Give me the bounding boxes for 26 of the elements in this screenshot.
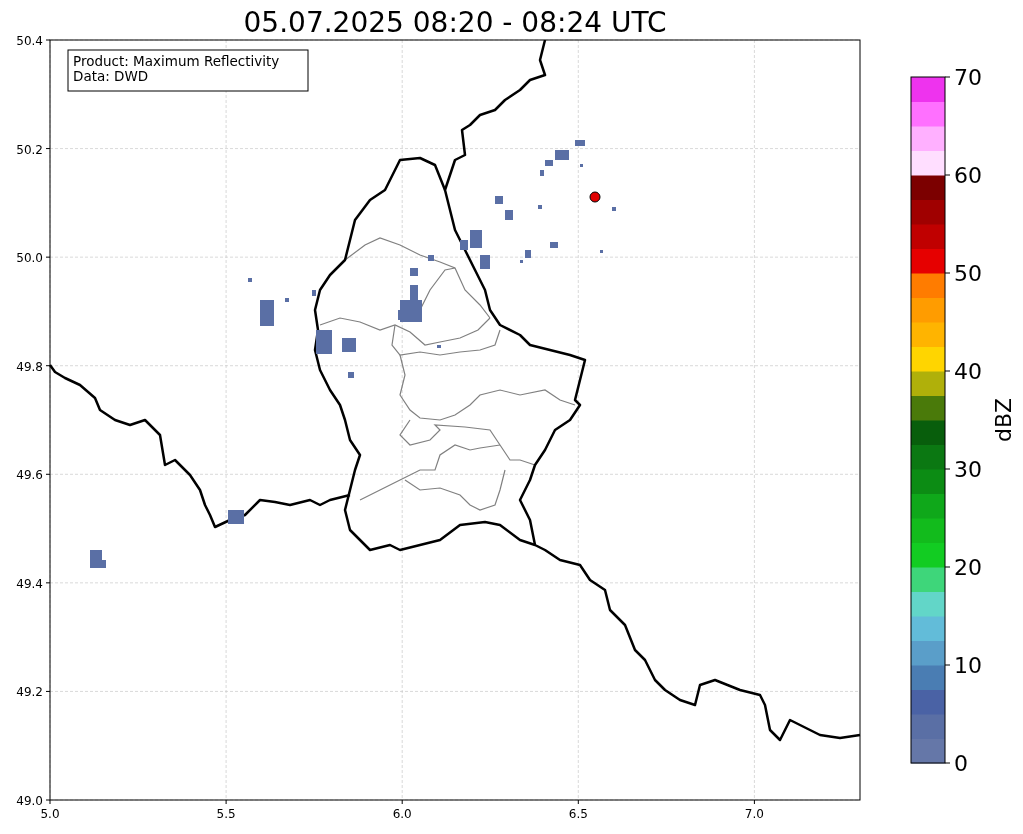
colorbar-tick-label: 40 bbox=[954, 359, 982, 384]
location-marker bbox=[589, 191, 601, 203]
colorbar-tick-label: 50 bbox=[954, 261, 982, 286]
legend-text: Data: DWD bbox=[73, 68, 149, 84]
x-tick-label: 6.0 bbox=[392, 807, 412, 821]
chart-title: 05.07.2025 08:20 - 08:24 UTC bbox=[243, 6, 667, 39]
y-tick-label: 49.0 bbox=[16, 794, 43, 808]
colorbar-tick-label: 20 bbox=[954, 555, 982, 580]
colorbar-tick-label: 70 bbox=[954, 65, 982, 90]
x-tick-label: 5.0 bbox=[40, 807, 60, 821]
x-tick-label: 6.5 bbox=[568, 807, 588, 821]
colorbar-tick-label: 30 bbox=[954, 457, 982, 482]
y-tick-label: 49.2 bbox=[16, 685, 43, 700]
y-tick-label: 50.4 bbox=[16, 34, 43, 48]
y-tick-label: 50.0 bbox=[16, 251, 43, 266]
y-tick-label: 49.8 bbox=[16, 359, 43, 374]
colorbar-tick-label: 10 bbox=[954, 653, 982, 678]
legend-text: Product: Maximum Reflectivity bbox=[73, 53, 280, 69]
colorbar-tick-label: 60 bbox=[954, 163, 982, 188]
y-tick-label: 50.2 bbox=[16, 142, 43, 157]
colorbar-tick-label: 0 bbox=[954, 751, 968, 776]
x-tick-label: 5.5 bbox=[216, 807, 236, 821]
y-tick-label: 49.4 bbox=[16, 576, 43, 591]
y-tick-label: 49.6 bbox=[16, 468, 43, 483]
x-tick-label: 7.0 bbox=[744, 807, 764, 821]
colorbar-label: dBZ bbox=[991, 397, 1016, 443]
